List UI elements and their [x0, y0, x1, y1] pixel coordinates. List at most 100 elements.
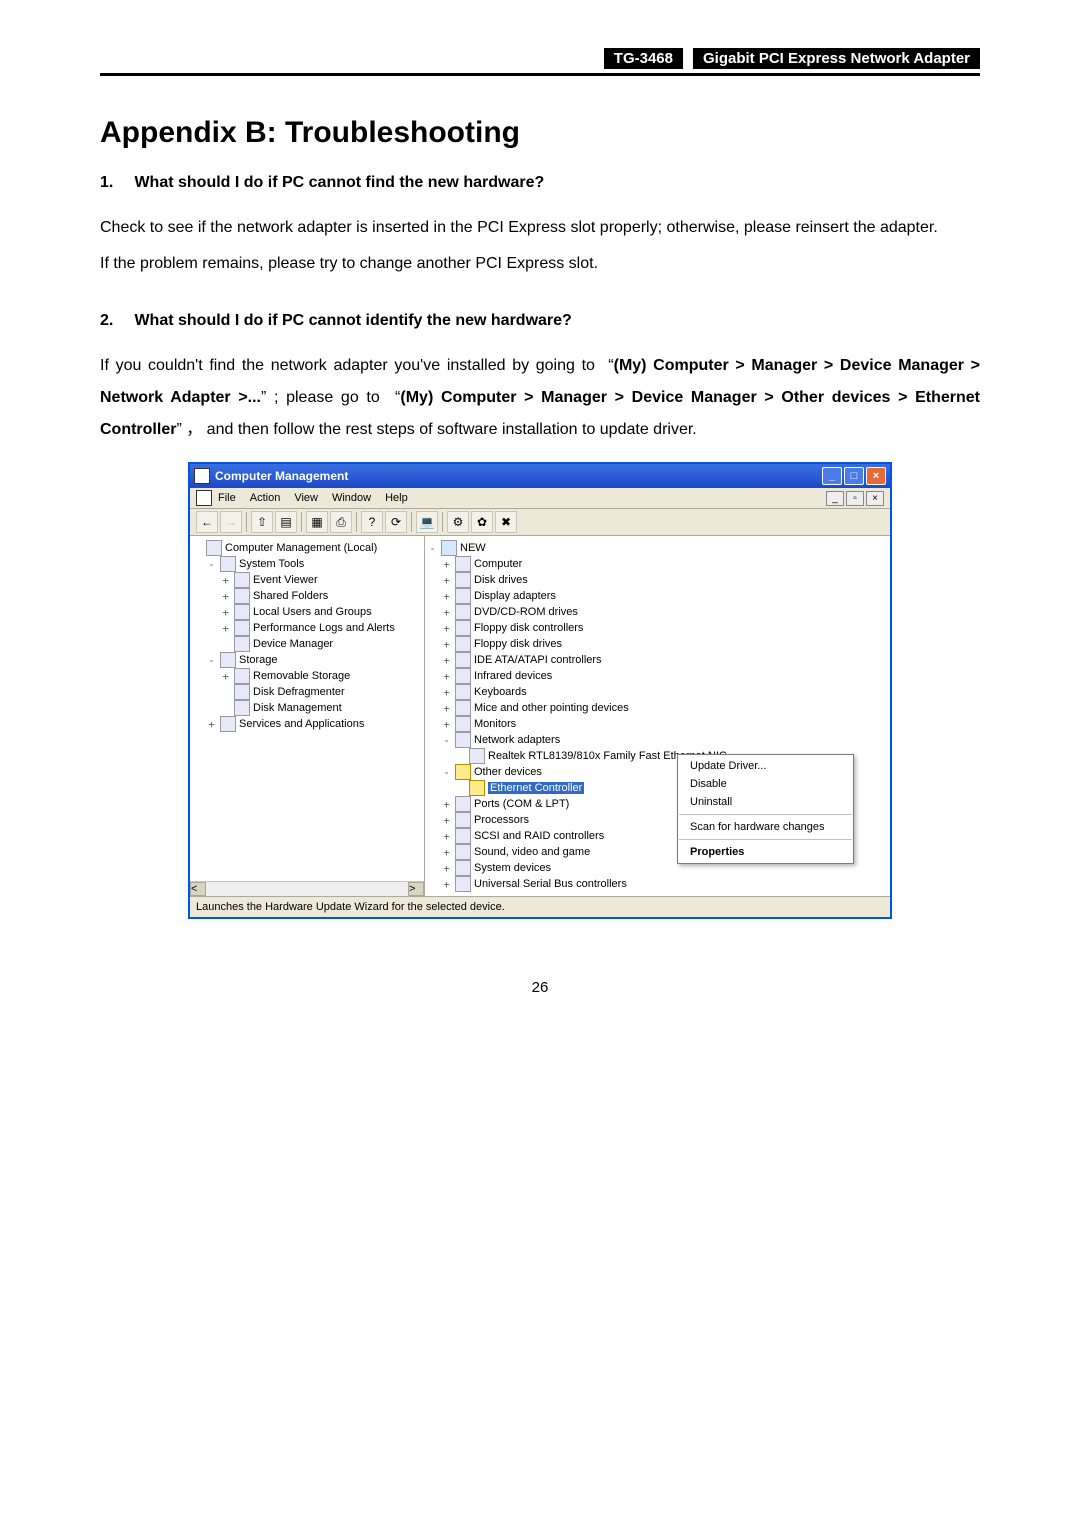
left-tree-item[interactable]: Device Manager: [192, 636, 422, 652]
ctx-properties[interactable]: Properties: [678, 843, 853, 861]
device-category[interactable]: +Floppy disk controllers: [427, 620, 888, 636]
device-category[interactable]: +Computer: [427, 556, 888, 572]
device-icon: [455, 844, 471, 860]
left-tree-item[interactable]: -System Tools: [192, 556, 422, 572]
folder-icon: [234, 588, 250, 604]
left-tree-item[interactable]: Disk Defragmenter: [192, 684, 422, 700]
device-icon: [455, 812, 471, 828]
q2-p1: If you couldn't find the network adapter…: [100, 350, 980, 446]
device-icon: [455, 732, 471, 748]
device-category[interactable]: +Disk drives: [427, 572, 888, 588]
forward-button[interactable]: →: [220, 511, 242, 533]
folder-icon: [220, 716, 236, 732]
page-title: Appendix B: Troubleshooting: [100, 116, 980, 150]
left-tree-item[interactable]: +Shared Folders: [192, 588, 422, 604]
help-button[interactable]: ?: [361, 511, 383, 533]
left-tree-item[interactable]: +Removable Storage: [192, 668, 422, 684]
ctx-uninstall[interactable]: Uninstall: [678, 793, 853, 811]
mdi-minimize[interactable]: _: [826, 491, 844, 506]
device-category[interactable]: +Mice and other pointing devices: [427, 700, 888, 716]
device-category[interactable]: +Monitors: [427, 716, 888, 732]
left-pane: Computer Management (Local)-System Tools…: [190, 536, 425, 896]
left-tree-item[interactable]: +Performance Logs and Alerts: [192, 620, 422, 636]
menu-window[interactable]: Window: [332, 492, 371, 504]
folder-icon: [234, 668, 250, 684]
device-icon: [455, 668, 471, 684]
scan-icon[interactable]: ⚙: [447, 511, 469, 533]
mdi-restore[interactable]: ▫: [846, 491, 864, 506]
ctx-disable[interactable]: Disable: [678, 775, 853, 793]
device-icon: [455, 556, 471, 572]
folder-icon: [234, 700, 250, 716]
left-tree-item[interactable]: +Event Viewer: [192, 572, 422, 588]
mdi-close[interactable]: ×: [866, 491, 884, 506]
device-icon: [455, 700, 471, 716]
maximize-button[interactable]: □: [844, 467, 864, 485]
right-pane: - NEW +Computer+Disk drives+Display adap…: [425, 536, 890, 896]
device-category[interactable]: +Floppy disk drives: [427, 636, 888, 652]
menu-action[interactable]: Action: [250, 492, 281, 504]
device-category[interactable]: +DVD/CD-ROM drives: [427, 604, 888, 620]
properties-button[interactable]: ▦: [306, 511, 328, 533]
menubar: File Action View Window Help _ ▫ ×: [190, 488, 890, 509]
folder-icon: [220, 556, 236, 572]
ctx-update-driver[interactable]: Update Driver...: [678, 757, 853, 775]
ctx-separator: [679, 814, 852, 815]
device-icon: [455, 588, 471, 604]
scroll-right-button[interactable]: >: [408, 882, 424, 896]
context-menu: Update Driver... Disable Uninstall Scan …: [677, 754, 854, 864]
q1-heading: 1. What should I do if PC cannot find th…: [100, 174, 980, 192]
device-icon: [455, 620, 471, 636]
left-scrollbar[interactable]: < >: [190, 881, 424, 896]
device-icon: [455, 828, 471, 844]
uninstall-icon[interactable]: ✖: [495, 511, 517, 533]
device-root[interactable]: - NEW: [427, 540, 888, 556]
q1-p2: If the problem remains, please try to ch…: [100, 248, 980, 280]
device-icon: [455, 684, 471, 700]
device-icon: [455, 572, 471, 588]
device-category[interactable]: +Display adapters: [427, 588, 888, 604]
left-tree-item[interactable]: +Services and Applications: [192, 716, 422, 732]
refresh-button[interactable]: ⟳: [385, 511, 407, 533]
device-icon: [455, 604, 471, 620]
print-button[interactable]: ⎙: [330, 511, 352, 533]
menu-help[interactable]: Help: [385, 492, 408, 504]
window-title: Computer Management: [215, 469, 348, 483]
statusbar: Launches the Hardware Update Wizard for …: [190, 896, 890, 917]
header-model: TG-3468: [604, 48, 683, 69]
computer-icon[interactable]: 💻: [416, 511, 438, 533]
scroll-left-button[interactable]: <: [190, 882, 206, 896]
system-menu-icon[interactable]: [196, 490, 212, 506]
up-button[interactable]: ⇧: [251, 511, 273, 533]
minimize-button[interactable]: _: [822, 467, 842, 485]
device-category[interactable]: -Network adapters: [427, 732, 888, 748]
left-tree-item[interactable]: Disk Management: [192, 700, 422, 716]
device-icon: [455, 876, 471, 892]
device-category[interactable]: +Infrared devices: [427, 668, 888, 684]
folder-icon: [234, 684, 250, 700]
left-tree-item[interactable]: Computer Management (Local): [192, 540, 422, 556]
titlebar[interactable]: Computer Management _ □ ×: [190, 464, 890, 488]
device-icon: [455, 860, 471, 876]
folder-icon: [234, 620, 250, 636]
device-category[interactable]: +Universal Serial Bus controllers: [427, 876, 888, 892]
nic-icon: [469, 748, 485, 764]
enable-icon[interactable]: ✿: [471, 511, 493, 533]
device-icon: [455, 796, 471, 812]
ctx-scan[interactable]: Scan for hardware changes: [678, 818, 853, 836]
device-category[interactable]: +IDE ATA/ATAPI controllers: [427, 652, 888, 668]
left-tree-item[interactable]: +Local Users and Groups: [192, 604, 422, 620]
menu-view[interactable]: View: [294, 492, 318, 504]
device-icon: [455, 636, 471, 652]
close-button[interactable]: ×: [866, 467, 886, 485]
back-button[interactable]: ←: [196, 511, 218, 533]
q1-p1: Check to see if the network adapter is i…: [100, 212, 980, 244]
show-hide-tree-button[interactable]: ▤: [275, 511, 297, 533]
menu-file[interactable]: File: [218, 492, 236, 504]
left-tree-item[interactable]: -Storage: [192, 652, 422, 668]
device-icon: [455, 652, 471, 668]
device-category[interactable]: +Keyboards: [427, 684, 888, 700]
header-product: Gigabit PCI Express Network Adapter: [693, 48, 980, 69]
ctx-separator: [679, 839, 852, 840]
folder-icon: [206, 540, 222, 556]
